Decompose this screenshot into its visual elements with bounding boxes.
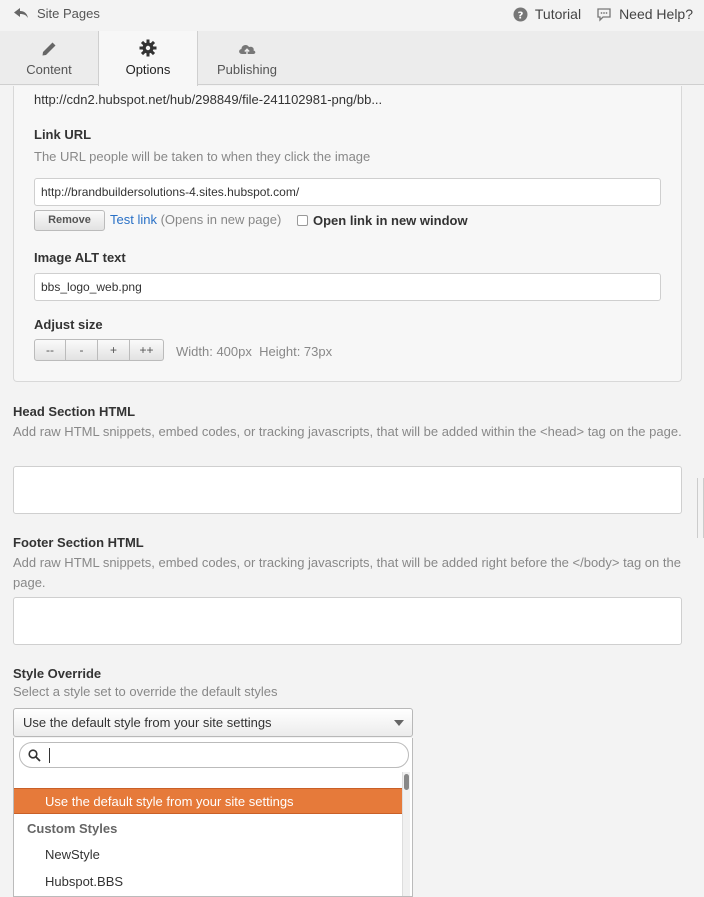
style-option-newstyle[interactable]: NewStyle xyxy=(14,842,402,868)
style-override-help: Select a style set to override the defau… xyxy=(13,684,278,699)
editor-tabs: Content Options Publishing xyxy=(0,31,704,86)
shrink-button[interactable]: - xyxy=(66,339,98,361)
test-link-note: (Opens in new page) xyxy=(160,212,282,227)
custom-styles-group-label: Custom Styles xyxy=(27,821,118,836)
svg-text:?: ? xyxy=(517,10,523,21)
search-icon xyxy=(28,749,41,762)
image-settings-box: http://cdn2.hubspot.net/hub/298849/file-… xyxy=(13,86,682,382)
cloud-upload-icon xyxy=(239,45,256,55)
back-label: Site Pages xyxy=(37,6,100,21)
remove-link-button[interactable]: Remove xyxy=(34,210,105,231)
footer-html-textarea[interactable] xyxy=(13,597,682,645)
tab-options-label: Options xyxy=(125,62,171,77)
back-to-site-pages[interactable]: Site Pages xyxy=(14,6,100,21)
dropdown-scroll-thumb[interactable] xyxy=(404,774,409,790)
gear-icon xyxy=(139,39,157,57)
tab-options[interactable]: Options xyxy=(98,31,198,86)
new-window-checkbox[interactable] xyxy=(297,215,308,226)
need-help-link[interactable]: Need Help? xyxy=(596,6,693,22)
dropdown-scrollbar[interactable] xyxy=(402,772,410,896)
pencil-icon xyxy=(42,42,56,56)
tab-content[interactable]: Content xyxy=(0,31,98,85)
adjust-size-label: Adjust size xyxy=(34,317,103,332)
panel-scrollbar[interactable] xyxy=(697,478,704,538)
image-file-url: http://cdn2.hubspot.net/hub/298849/file-… xyxy=(34,92,383,107)
link-url-help: The URL people will be taken to when the… xyxy=(34,149,371,164)
style-search-input[interactable] xyxy=(19,742,409,768)
style-option-default[interactable]: Use the default style from your site set… xyxy=(14,788,402,814)
chevron-down-icon xyxy=(394,720,404,726)
head-html-help: Add raw HTML snippets, embed codes, or t… xyxy=(13,424,682,439)
help-circle-icon: ? xyxy=(513,7,528,21)
image-height: Height: 73px xyxy=(259,344,333,359)
tutorial-label: Tutorial xyxy=(534,6,582,22)
new-window-label: Open link in new window xyxy=(313,213,468,228)
head-html-textarea[interactable] xyxy=(13,466,682,514)
text-cursor xyxy=(49,748,50,763)
tab-content-label: Content xyxy=(26,62,72,77)
test-link[interactable]: Test link xyxy=(110,212,157,227)
style-override-select[interactable]: Use the default style from your site set… xyxy=(13,708,413,737)
link-url-input[interactable]: http://brandbuildersolutions-4.sites.hub… xyxy=(34,178,661,206)
top-bar: Site Pages ? Tutorial Need Help? xyxy=(0,0,704,31)
back-arrow-icon xyxy=(14,8,28,18)
style-override-label: Style Override xyxy=(13,666,102,681)
footer-html-help: Add raw HTML snippets, embed codes, or t… xyxy=(13,555,681,590)
style-option-hubspot-bbs[interactable]: Hubspot.BBS xyxy=(14,869,402,895)
style-override-selected: Use the default style from your site set… xyxy=(23,715,272,730)
grow-more-button[interactable]: ++ xyxy=(130,339,164,361)
need-help-label: Need Help? xyxy=(619,6,693,22)
grow-button[interactable]: + xyxy=(98,339,130,361)
alt-text-input[interactable]: bbs_logo_web.png xyxy=(34,273,661,301)
options-panel: http://cdn2.hubspot.net/hub/298849/file-… xyxy=(0,86,697,897)
tab-publishing[interactable]: Publishing xyxy=(198,31,296,85)
footer-html-label: Footer Section HTML xyxy=(13,535,144,550)
image-width: Width: 400px xyxy=(176,344,252,359)
head-html-label: Head Section HTML xyxy=(13,404,136,419)
tutorial-link[interactable]: ? Tutorial xyxy=(513,6,581,22)
shrink-more-button[interactable]: -- xyxy=(34,339,66,361)
style-dropdown-menu: Use the default style from your site set… xyxy=(13,738,413,897)
chat-bubble-icon xyxy=(597,7,611,22)
tab-publishing-label: Publishing xyxy=(217,62,277,77)
link-url-label: Link URL xyxy=(34,127,92,142)
alt-text-label: Image ALT text xyxy=(34,250,126,265)
size-button-group: -- - + ++ xyxy=(34,339,164,361)
